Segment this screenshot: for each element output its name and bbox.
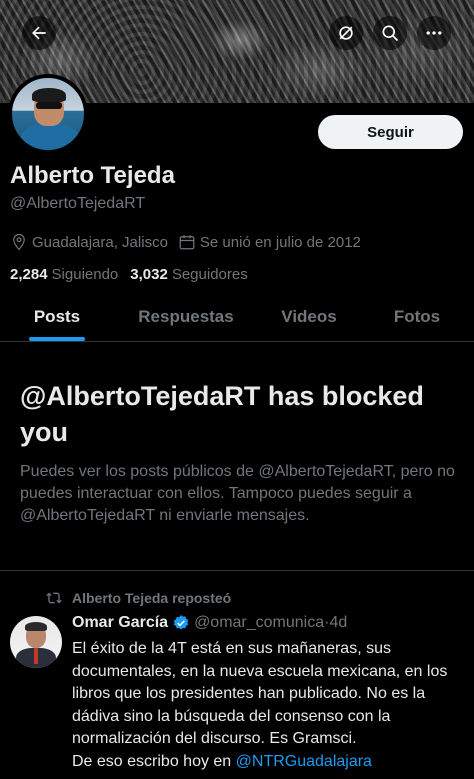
post-author-handle[interactable]: @omar_comunica [194, 614, 324, 632]
post-body[interactable]: El éxito de la 4T está en sus mañaneras,… [72, 638, 468, 773]
post-author-avatar[interactable] [10, 616, 62, 668]
search-button[interactable] [373, 16, 407, 50]
blocked-title: @AlbertoTejedaRT has blocked you [20, 381, 424, 447]
follow-button[interactable]: Seguir [318, 115, 463, 149]
following-link[interactable]: 2,284 Siguiendo [10, 266, 118, 283]
followers-label: Seguidores [171, 266, 248, 283]
repost-icon [46, 592, 62, 604]
search-icon [382, 25, 399, 42]
profile-tabs: Posts Respuestas Videos Fotos [0, 298, 474, 342]
following-count: 2,284 [10, 266, 48, 283]
grok-icon [339, 26, 353, 40]
verified-badge-icon [173, 615, 189, 630]
repost-label: Alberto Tejeda reposteó [72, 590, 232, 606]
profile-counts: 2,284 Siguiendo 3,032 Seguidores [10, 266, 260, 283]
location-icon [13, 233, 25, 251]
grok-button[interactable] [329, 16, 363, 50]
profile-meta: Guadalajara, Jalisco Se unió en julio de… [10, 233, 371, 251]
post-header: Omar García @omar_comunica · 4d [72, 614, 347, 632]
followers-count: 3,032 [130, 266, 168, 283]
profile-location: Guadalajara, Jalisco [32, 233, 168, 251]
profile-name: Alberto Tejeda [10, 162, 175, 189]
profile-joined: Se unió en julio de 2012 [199, 233, 361, 251]
post-text-line2: De eso escribo hoy en [72, 752, 236, 770]
divider [0, 570, 474, 571]
post-author-name[interactable]: Omar García [72, 614, 168, 632]
arrow-left-icon [32, 26, 46, 40]
tab-videos[interactable]: Videos [258, 298, 360, 341]
repost-indicator[interactable]: Alberto Tejeda reposteó [46, 590, 231, 606]
back-button[interactable] [22, 16, 56, 50]
tab-posts[interactable]: Posts [0, 298, 114, 341]
post-mention-link[interactable]: @NTRGuadalajara [236, 753, 372, 770]
following-label: Siguiendo [51, 266, 119, 283]
calendar-icon [179, 235, 195, 250]
followers-link[interactable]: 3,032 Seguidores [130, 266, 247, 283]
tab-respuestas[interactable]: Respuestas [114, 298, 258, 341]
post-time[interactable]: 4d [329, 614, 347, 632]
profile-handle: @AlbertoTejedaRT [10, 195, 146, 212]
post-text: El éxito de la 4T está en sus mañaneras,… [72, 640, 448, 747]
more-icon [426, 31, 442, 35]
blocked-description: Puedes ver los posts públicos de @Albert… [20, 463, 455, 524]
profile-avatar[interactable] [8, 74, 88, 154]
more-button[interactable] [417, 16, 451, 50]
tab-fotos[interactable]: Fotos [360, 298, 474, 341]
